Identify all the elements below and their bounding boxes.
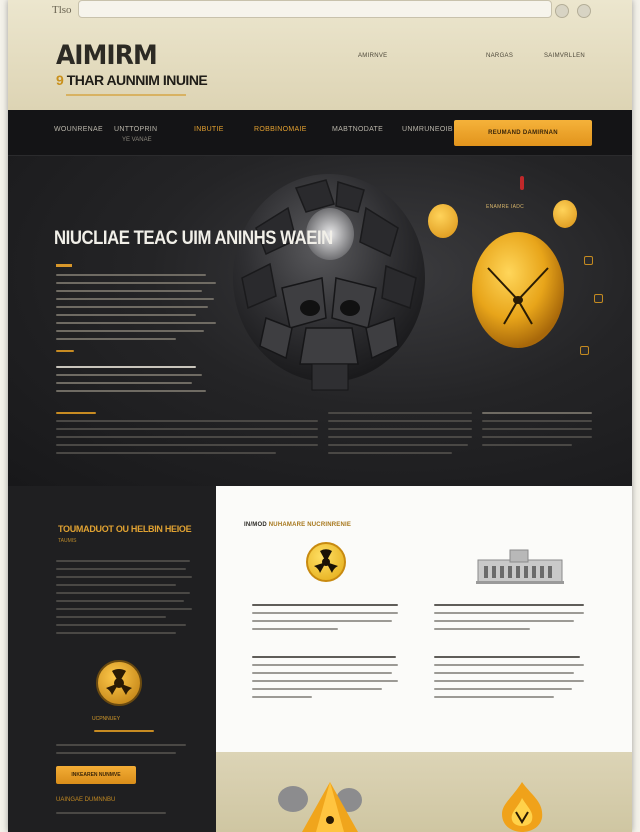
radiation-badge-icon [428,204,458,238]
content-panel: IN/MOD NUHAMARE NUCRINRENIE [216,486,632,752]
radiation-badge-small-icon [553,200,577,228]
fire-icon [498,782,546,832]
hazard-orb-icon [470,228,566,348]
left-subtitle: TAUMIS [58,538,77,544]
nav-item-3[interactable]: INBUTIE [194,126,224,133]
hero-kicker [56,264,72,267]
nav-item-2[interactable]: UNTTOPRIN [114,126,157,133]
nuclear-emblem-icon [96,660,142,706]
main-nav: WOUNRENAE UNTTOPRIN YE VANAE INBUTIE ROB… [8,110,632,156]
nuclear-cone-icon [300,780,360,832]
nav-subtext: YE VANAE [122,137,152,143]
helmet-illustration-icon [226,168,432,404]
page-frame: Tlso AIMIRM 9 THAR AUNNIM INUINE AMIRNVE… [8,0,632,832]
hero-caption: ENAMRE IADC [486,204,525,210]
bottom-band [216,752,632,832]
top-link-2[interactable]: NARGAS [486,53,513,59]
left-column: TOUMADUOT OU HELBIN HEIOE TAUMIS UCPNNUE… [8,486,216,832]
left-action-button[interactable]: INKEAREN NUNMVE [56,766,136,784]
logo-underline [66,94,186,96]
power-plant-icon [474,546,566,586]
hero: NIUCLIAE TEAC UIM ANINHS WAEIN ENAMRE IA… [8,156,632,486]
emblem-caption: UCPNNUEY [92,716,121,722]
particle-icon [584,256,593,265]
nav-item-4[interactable]: ROBBINOMAIE [254,126,307,133]
signal-icon [520,176,524,190]
nav-item-6[interactable]: UNMRUNEOIB [402,126,453,133]
particle-icon [594,294,603,303]
particle-icon [580,346,589,355]
browser-title: Tlso [52,4,72,16]
refresh-icon[interactable] [555,4,569,18]
address-bar[interactable] [78,0,591,18]
nav-item-5[interactable]: MABTNODATE [332,126,383,133]
radiation-symbol-icon [306,542,346,582]
menu-icon[interactable] [577,4,591,18]
cta-button[interactable]: REUMAND DAMIRNAN [454,120,592,146]
header: Tlso AIMIRM 9 THAR AUNNIM INUINE AMIRNVE… [8,0,632,110]
left-footer-link[interactable]: UAINGAE DUMNNBU [56,797,115,803]
top-link-3[interactable]: SAIMVRLLEN [544,53,585,59]
panel-title: IN/MOD NUHAMARE NUCRINRENIE [244,522,352,528]
top-link-1[interactable]: AMIRNVE [358,53,387,59]
logo-tagline: 9 THAR AUNNIM INUINE [56,72,208,88]
logo[interactable]: AIMIRM [56,40,158,71]
nav-item-1[interactable]: WOUNRENAE [54,126,103,133]
hero-title: NIUCLIAE TEAC UIM ANINHS WAEIN [54,228,333,249]
left-title: TOUMADUOT OU HELBIN HEIOE [58,524,192,534]
